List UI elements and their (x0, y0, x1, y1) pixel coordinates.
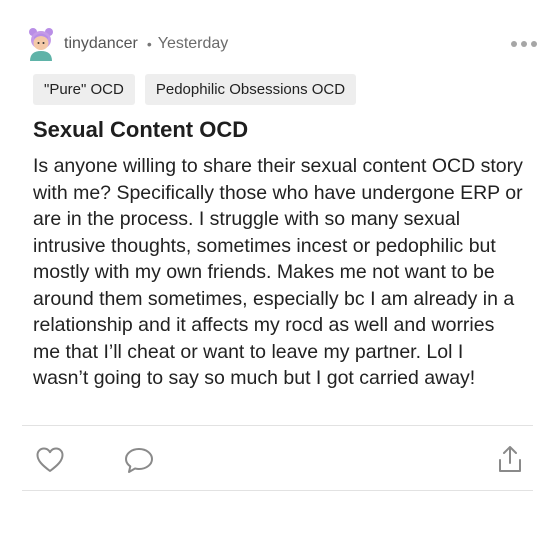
avatar[interactable] (26, 27, 56, 61)
more-options-icon[interactable] (511, 37, 537, 51)
username[interactable]: tinydancer (64, 35, 138, 53)
tag-pure-ocd[interactable]: "Pure" OCD (33, 74, 135, 105)
post-card: tinydancer • Yesterday "Pure" OCD Pedoph… (0, 0, 555, 556)
post-title: Sexual Content OCD (33, 117, 249, 142)
more-dot (531, 41, 537, 47)
more-dot (511, 41, 517, 47)
post-body: Is anyone willing to share their sexual … (33, 155, 523, 389)
heart-icon[interactable] (35, 446, 65, 474)
share-upload-icon[interactable] (496, 444, 524, 474)
divider-bottom (22, 490, 533, 491)
comment-bubble-icon[interactable] (123, 446, 155, 474)
divider-top (22, 425, 533, 426)
tag-list: "Pure" OCD Pedophilic Obsessions OCD (33, 74, 357, 105)
tag-pedophilic-obsessions-ocd[interactable]: Pedophilic Obsessions OCD (144, 74, 357, 105)
more-dot (521, 41, 527, 47)
post-header: tinydancer • Yesterday (26, 26, 537, 62)
timestamp: Yesterday (157, 35, 229, 52)
meta-separator: • (146, 36, 152, 52)
